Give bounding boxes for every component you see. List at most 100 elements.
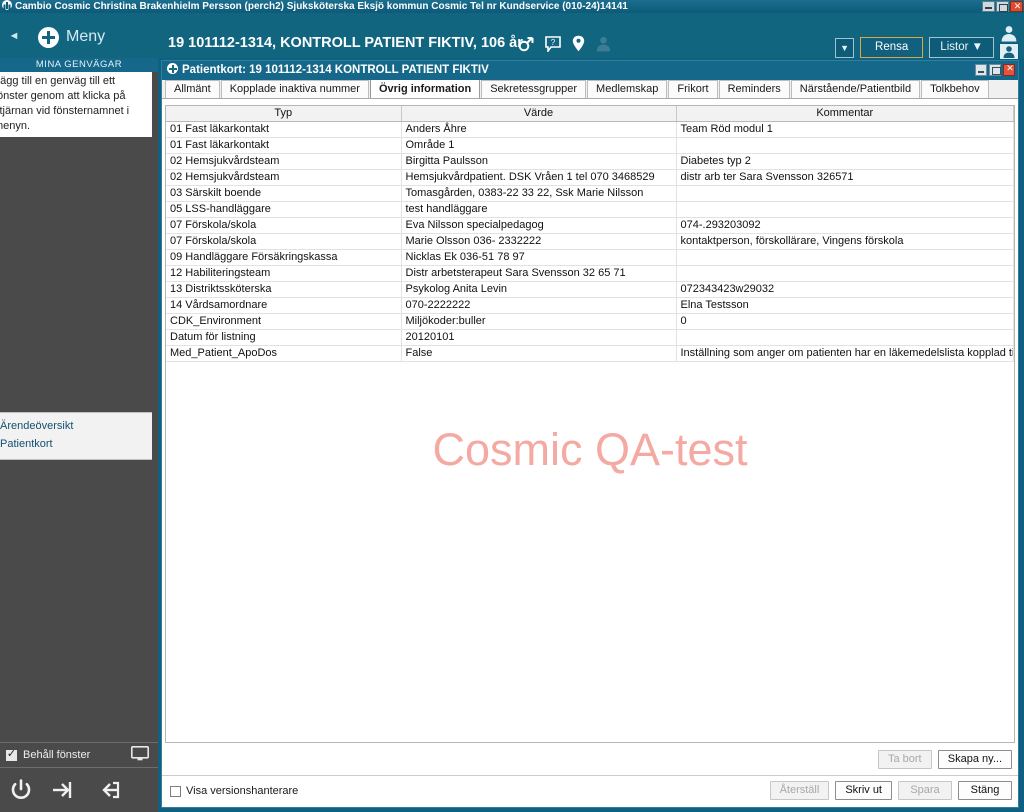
keep-window-row[interactable]: Behåll fönster	[0, 742, 158, 768]
table-row[interactable]: 14 Vårdsamordnare 070-2222222 Elna Testsso…	[166, 297, 1014, 314]
cell-typ: 13 Distriktssköterska	[166, 281, 402, 298]
sidebar-item-patientkort[interactable]: Patientkort	[0, 435, 152, 453]
table-row[interactable]: 02 Hemsjukvårdsteam Birgitta Paulsson Diab…	[166, 153, 1014, 170]
table-row[interactable]: 13 Distriktssköterska Psykolog Anita Levi…	[166, 281, 1014, 298]
rensa-button[interactable]: Rensa	[860, 37, 924, 58]
patient-banner: 19 101112-1314, KONTROLL PATIENT FIKTIV,…	[168, 35, 523, 51]
os-minimize-button[interactable]	[982, 1, 995, 12]
column-header-typ[interactable]: Typ	[166, 106, 402, 122]
window-title-bar: Patientkort: 19 101112-1314 KONTROLL PAT…	[162, 61, 1018, 80]
tab-tolkbehov[interactable]: Tolkbehov	[921, 80, 989, 98]
spara-button[interactable]: Spara	[898, 781, 952, 800]
power-icon[interactable]	[10, 779, 32, 801]
column-header-varde[interactable]: Värde	[401, 106, 677, 122]
cell-typ: 14 Vårdsamordnare	[166, 297, 402, 314]
cell-varde: Område 1	[401, 137, 677, 154]
cell-kommentar	[676, 329, 1014, 346]
table-row[interactable]: 12 Habiliteringsteam Distr arbetsterapeut…	[166, 265, 1014, 282]
record-action-buttons: Ta bort Skapa ny...	[877, 750, 1012, 769]
tab-bar: Allmänt Kopplade inaktiva nummer Övrig inf…	[162, 79, 1018, 99]
table-header-row: Typ Värde Kommentar	[166, 106, 1014, 122]
table-row[interactable]: 01 Fast läkarkontakt Område 1	[166, 137, 1014, 154]
table-row[interactable]: 03 Särskilt boende Tomasgården, 0383-22 3…	[166, 185, 1014, 202]
cell-typ: 01 Fast läkarkontakt	[166, 137, 402, 154]
table-row[interactable]: Med_Patient_ApoDos False Inställning som a…	[166, 345, 1014, 362]
single-person-icon[interactable]	[996, 25, 1022, 43]
tab-reminders[interactable]: Reminders	[718, 80, 790, 98]
tab-vrig-information[interactable]: Övrig information	[369, 79, 481, 98]
tab-allm-nt[interactable]: Allmänt	[165, 80, 220, 98]
window-minimize-button[interactable]	[975, 64, 987, 76]
cell-typ: 07 Förskola/skola	[166, 233, 402, 250]
qa-watermark: Cosmic QA-test	[432, 424, 748, 475]
question-speech-bubble-icon[interactable]: ?	[545, 35, 561, 52]
table-row[interactable]: 01 Fast läkarkontakt Anders Åhre Team Röd …	[166, 121, 1014, 138]
cell-typ: 01 Fast läkarkontakt	[166, 121, 402, 138]
menu-button[interactable]: Meny	[38, 25, 105, 49]
shortcuts-panel-title: MINA GENVÄGAR	[0, 58, 158, 72]
os-maximize-button[interactable]	[996, 1, 1009, 12]
cell-varde: Eva Nilsson specialpedagog	[401, 217, 677, 234]
app-right-edge	[1019, 58, 1024, 812]
monitor-icon[interactable]	[131, 746, 149, 764]
tab-medlemskap[interactable]: Medlemskap	[587, 80, 668, 98]
cell-varde: Nicklas Ek 036-51 78 97	[401, 249, 677, 266]
os-titlebar-text: Cambio Cosmic Christina Brakenhielm Pers…	[15, 1, 628, 12]
cell-typ: 03 Särskilt boende	[166, 185, 402, 202]
skriv-ut-button[interactable]: Skriv ut	[835, 781, 892, 800]
switch-user-icon[interactable]	[96, 780, 120, 800]
os-close-button[interactable]	[1010, 1, 1024, 13]
cell-kommentar: Team Röd modul 1	[676, 121, 1014, 138]
ta-bort-button[interactable]: Ta bort	[877, 750, 932, 769]
table-row[interactable]: CDK_Environment Miljökoder:buller 0	[166, 313, 1014, 330]
table-row[interactable]: Datum för listning 20120101	[166, 329, 1014, 346]
other-information-table-container[interactable]: Typ Värde Kommentar 01 Fast läkarkontakt…	[165, 105, 1015, 743]
cell-typ: Med_Patient_ApoDos	[166, 345, 402, 362]
application-root: Cambio Cosmic Christina Brakenhielm Pers…	[0, 0, 1024, 812]
shortcuts-panel-hint: Lägg till en genväg till ett fönster gen…	[0, 72, 152, 137]
table-row[interactable]: 02 Hemsjukvårdsteam Hemsjukvårdpatient. D…	[166, 169, 1014, 186]
logout-icon[interactable]	[52, 780, 76, 800]
cell-kommentar: 0	[676, 313, 1014, 330]
map-pin-icon[interactable]	[572, 35, 585, 52]
skapa-ny-button[interactable]: Skapa ny...	[937, 750, 1012, 769]
table-row[interactable]: 05 LSS-handläggare test handläggare	[166, 201, 1014, 218]
listor-dropdown-button[interactable]: Listor ▼	[929, 37, 994, 58]
cell-varde: Birgitta Paulsson	[401, 153, 677, 170]
cell-varde: Hemsjukvårdpatient. DSK Vråen 1 tel 070 …	[401, 169, 677, 186]
patient-card-window: Patientkort: 19 101112-1314 KONTROLL PAT…	[161, 60, 1019, 808]
tab-frikort[interactable]: Frikort	[668, 80, 718, 98]
user-silhouette-icon[interactable]	[596, 36, 611, 52]
sidebar-item-arendeoversikt[interactable]: Ärendeöversikt	[0, 417, 152, 435]
cell-varde: test handläggare	[401, 201, 677, 218]
table-row[interactable]: 09 Handläggare Försäkringskassa Nicklas E…	[166, 249, 1014, 266]
column-header-kommentar[interactable]: Kommentar	[676, 106, 1014, 122]
male-gender-icon[interactable]	[518, 36, 534, 52]
stang-button[interactable]: Stäng	[958, 781, 1012, 800]
svg-text:?: ?	[551, 38, 556, 47]
cambio-logo-icon	[2, 0, 12, 10]
collapse-sidebar-icon[interactable]: ◄	[6, 29, 22, 43]
cell-varde: Marie Olsson 036- 2332222	[401, 233, 677, 250]
cell-typ: 07 Förskola/skola	[166, 217, 402, 234]
version-manager-row[interactable]: Visa versionshanterare	[170, 785, 298, 797]
version-manager-checkbox[interactable]	[170, 785, 181, 797]
dropdown-toggle-button[interactable]: ▼	[835, 37, 855, 58]
cell-typ: 02 Hemsjukvårdsteam	[166, 153, 402, 170]
sidebar-recent-links: Ärendeöversikt Patientkort	[0, 412, 152, 460]
aterstall-button[interactable]: Återställ	[769, 781, 830, 800]
patient-card-icon	[167, 63, 178, 74]
tab-n-rst-ende-patientbild[interactable]: Närstående/Patientbild	[790, 80, 921, 98]
window-maximize-button[interactable]	[989, 64, 1001, 76]
tab-sekretessgrupper[interactable]: Sekretessgrupper	[481, 80, 587, 98]
os-window-controls[interactable]	[982, 1, 1024, 13]
tab-kopplade-inaktiva-nummer[interactable]: Kopplade inaktiva nummer	[220, 80, 369, 98]
keep-window-checkbox[interactable]	[6, 747, 17, 761]
app-header: ◄ Meny 19 101112-1314, KONTROLL PATIENT …	[0, 13, 1024, 60]
window-close-button[interactable]	[1003, 64, 1016, 76]
window-controls[interactable]	[975, 64, 1016, 76]
table-row[interactable]: 07 Förskola/skola Marie Olsson 036- 23322…	[166, 233, 1014, 250]
version-manager-label: Visa versionshanterare	[186, 785, 299, 797]
cell-varde: Tomasgården, 0383-22 33 22, Ssk Marie Ni…	[401, 185, 677, 202]
table-row[interactable]: 07 Förskola/skola Eva Nilsson specialpeda…	[166, 217, 1014, 234]
